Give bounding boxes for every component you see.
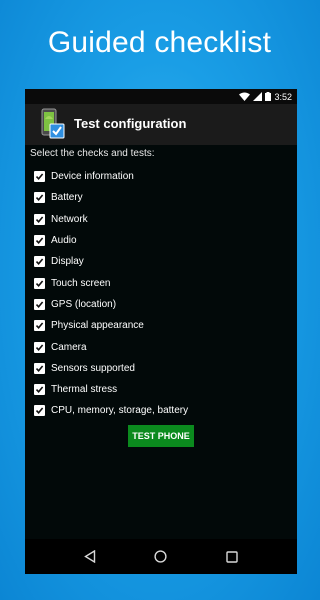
checklist-item-network[interactable]: Network bbox=[34, 209, 292, 230]
status-time: 3:52 bbox=[274, 91, 292, 102]
app-title: Test configuration bbox=[74, 116, 187, 131]
checklist-item-sensors-supported[interactable]: Sensors supported bbox=[34, 358, 292, 379]
checklist-item-label: Physical appearance bbox=[51, 320, 144, 332]
signal-icon bbox=[253, 92, 263, 101]
checklist-item-label: Sensors supported bbox=[51, 362, 135, 374]
checklist-item-label: Touch screen bbox=[51, 277, 111, 289]
checklist-item-label: Camera bbox=[51, 341, 87, 353]
checkbox-checked-icon[interactable] bbox=[34, 192, 45, 204]
checklist-item-battery[interactable]: Battery bbox=[34, 187, 292, 208]
checklist-item-label: Network bbox=[51, 213, 88, 225]
checkbox-checked-icon[interactable] bbox=[34, 171, 45, 183]
phone-screen: 3:52 Test configuration Select the check… bbox=[25, 89, 297, 574]
checkbox-checked-icon[interactable] bbox=[34, 277, 45, 289]
checklist-item-physical-appearance[interactable]: Physical appearance bbox=[34, 315, 292, 336]
checklist-item-label: Display bbox=[51, 256, 84, 268]
checklist-item-label: Thermal stress bbox=[51, 384, 118, 396]
checklist-item-camera[interactable]: Camera bbox=[34, 336, 292, 357]
checklist-item-label: GPS (location) bbox=[51, 298, 117, 310]
checkbox-checked-icon[interactable] bbox=[34, 341, 45, 353]
checklist-item-label: Audio bbox=[51, 235, 77, 247]
checkbox-checked-icon[interactable] bbox=[34, 362, 45, 374]
app-logo-icon bbox=[40, 107, 66, 141]
wifi-icon bbox=[239, 92, 251, 101]
checklist-item-display[interactable]: Display bbox=[34, 251, 292, 272]
checklist: Device information Battery Network Audio… bbox=[34, 166, 292, 422]
checklist-item-label: Device information bbox=[51, 171, 134, 183]
checklist-item-label: CPU, memory, storage, battery bbox=[51, 405, 189, 417]
checkbox-checked-icon[interactable] bbox=[34, 405, 45, 417]
checkbox-checked-icon[interactable] bbox=[34, 384, 45, 396]
headline: Guided checklist bbox=[47, 26, 272, 59]
status-bar: 3:52 bbox=[25, 89, 297, 104]
checklist-item-audio[interactable]: Audio bbox=[34, 230, 292, 251]
checklist-item-label: Battery bbox=[51, 192, 83, 204]
test-phone-button[interactable]: TEST PHONE bbox=[128, 425, 194, 447]
checklist-prompt: Select the checks and tests: bbox=[30, 148, 155, 159]
battery-icon bbox=[265, 92, 272, 101]
app-bar: Test configuration bbox=[25, 104, 297, 145]
checkbox-checked-icon[interactable] bbox=[34, 298, 45, 310]
checklist-item-touch-screen[interactable]: Touch screen bbox=[34, 272, 292, 293]
checklist-item-cpu-memory-storage-battery[interactable]: CPU, memory, storage, battery bbox=[34, 400, 292, 421]
checkbox-checked-icon[interactable] bbox=[34, 213, 45, 225]
navigation-bar bbox=[25, 539, 297, 574]
back-icon[interactable] bbox=[80, 547, 100, 567]
home-icon[interactable] bbox=[151, 547, 171, 567]
checkbox-checked-icon[interactable] bbox=[34, 256, 45, 268]
checklist-item-gps[interactable]: GPS (location) bbox=[34, 294, 292, 315]
checklist-item-device-information[interactable]: Device information bbox=[34, 166, 292, 187]
checklist-item-thermal-stress[interactable]: Thermal stress bbox=[34, 379, 292, 400]
checkbox-checked-icon[interactable] bbox=[34, 235, 45, 247]
checkbox-checked-icon[interactable] bbox=[34, 320, 45, 332]
recent-apps-icon[interactable] bbox=[222, 547, 242, 567]
